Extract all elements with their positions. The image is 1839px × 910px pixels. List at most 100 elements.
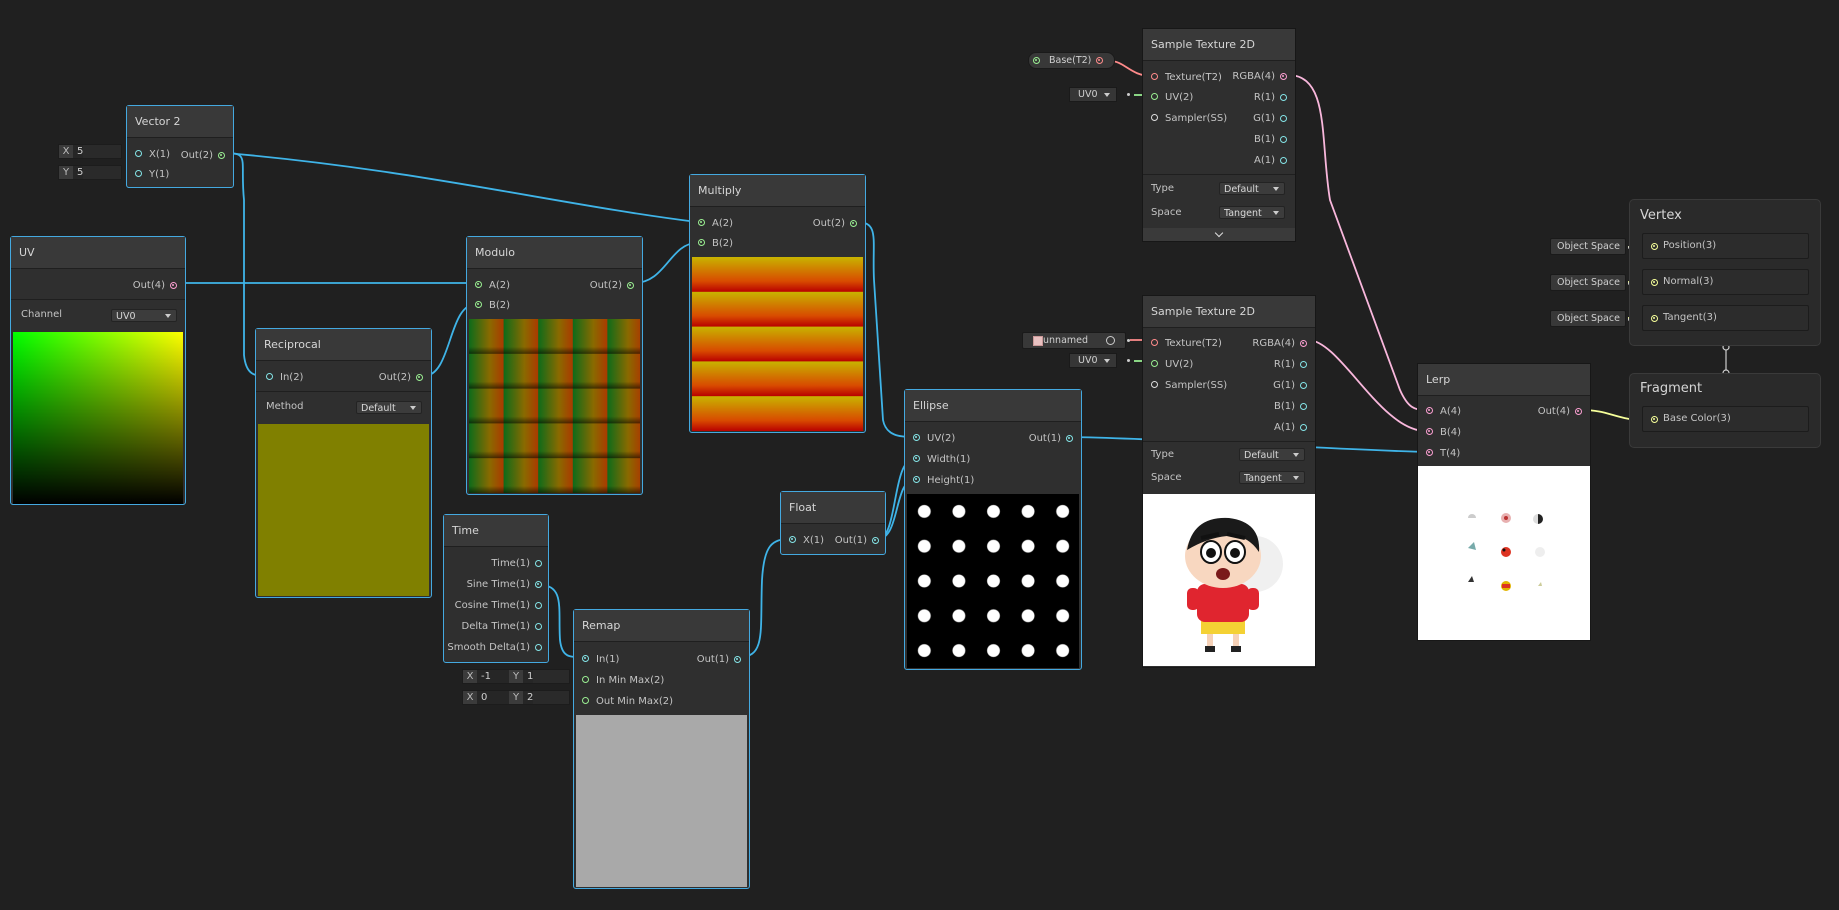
out-x-value[interactable]: 0 (477, 691, 509, 704)
port-b[interactable] (1426, 428, 1433, 435)
node-float[interactable]: Float X(1) Out(1) (780, 491, 886, 555)
y-value[interactable]: 5 (73, 166, 84, 179)
vector2-x-field[interactable]: X5 (58, 144, 122, 159)
port-uv[interactable] (1151, 93, 1158, 100)
node-modulo[interactable]: Modulo A(2) B(2) Out(2) (466, 236, 643, 495)
port-rgba[interactable] (1300, 340, 1307, 347)
port-out[interactable] (872, 537, 879, 544)
sample1-uv-dropdown[interactable]: UV0 (1069, 87, 1117, 102)
type-dropdown[interactable]: Default (1239, 448, 1305, 461)
port-a[interactable] (475, 281, 482, 288)
port-in-minmax[interactable] (582, 676, 589, 683)
port-out-minmax[interactable] (582, 697, 589, 704)
expand-toggle[interactable] (1143, 228, 1295, 241)
tangent-space-field[interactable]: Object Space (1550, 310, 1626, 327)
port-tangent[interactable] (1651, 315, 1658, 322)
port-g[interactable] (1300, 382, 1307, 389)
port-position[interactable] (1651, 243, 1658, 250)
port-cosine[interactable] (535, 602, 542, 609)
node-title: Vector 2 (127, 106, 233, 138)
slot-base-color[interactable]: Base Color(3) (1642, 406, 1809, 432)
port-uv[interactable] (1151, 360, 1158, 367)
port-smooth[interactable] (535, 644, 542, 651)
port-width[interactable] (913, 455, 920, 462)
port-out[interactable] (1066, 435, 1073, 442)
port-base-color[interactable] (1651, 416, 1658, 423)
slot-position[interactable]: Position(3) (1642, 233, 1809, 259)
base-prop-out[interactable] (1096, 57, 1103, 64)
port-sine[interactable] (535, 581, 542, 588)
port-x[interactable] (135, 150, 142, 157)
port-out[interactable] (218, 152, 225, 159)
port-x[interactable] (789, 536, 796, 543)
port-texture[interactable] (1151, 73, 1158, 80)
port-b[interactable] (1300, 403, 1307, 410)
port-out[interactable] (850, 220, 857, 227)
port-in[interactable] (266, 373, 273, 380)
port-a[interactable] (698, 219, 705, 226)
port-normal[interactable] (1651, 279, 1658, 286)
remap-out-minmax-field[interactable]: X0Y2 (462, 690, 570, 705)
base-property[interactable]: Base(T2) (1028, 52, 1115, 69)
node-sample-texture-2[interactable]: Sample Texture 2D Texture(T2) UV(2) Samp… (1142, 295, 1316, 668)
port-a[interactable] (1426, 407, 1433, 414)
node-reciprocal[interactable]: Reciprocal In(2) Out(2) Method Default (255, 328, 432, 598)
port-r[interactable] (1280, 94, 1287, 101)
method-dropdown[interactable]: Default (356, 401, 422, 414)
port-y[interactable] (135, 170, 142, 177)
port-delta[interactable] (535, 623, 542, 630)
port-out[interactable] (416, 374, 423, 381)
type-dropdown[interactable]: Default (1219, 182, 1285, 195)
port-b[interactable] (698, 239, 705, 246)
in-y-value[interactable]: 1 (523, 670, 534, 683)
node-remap[interactable]: Remap In(1) In Min Max(2) Out Min Max(2)… (573, 609, 750, 889)
slot-tangent[interactable]: Tangent(3) (1642, 305, 1809, 331)
in-x-value[interactable]: -1 (477, 670, 509, 683)
ellipse-preview (907, 494, 1079, 668)
node-time[interactable]: Time Time(1) Sine Time(1) Cosine Time(1)… (443, 514, 549, 663)
port-t[interactable] (1426, 449, 1433, 456)
node-lerp[interactable]: Lerp A(4) B(4) T(4) Out(4) (1417, 363, 1591, 641)
target-icon[interactable] (1106, 336, 1115, 345)
port-time[interactable] (535, 560, 542, 567)
position-space-field[interactable]: Object Space (1550, 238, 1626, 255)
port-sampler[interactable] (1151, 114, 1158, 121)
x-value[interactable]: 5 (73, 145, 84, 158)
port-out[interactable] (1575, 408, 1582, 415)
port-texture[interactable] (1151, 339, 1158, 346)
port-g[interactable] (1280, 115, 1287, 122)
space-dropdown[interactable]: Tangent (1219, 206, 1285, 219)
channel-dropdown[interactable]: UV0 (111, 309, 177, 322)
port-sampler[interactable] (1151, 381, 1158, 388)
remap-in-minmax-field[interactable]: X -1 Y 1 (462, 669, 570, 684)
in-y-label: Y (509, 670, 523, 683)
port-uv[interactable] (913, 434, 920, 441)
port-out[interactable] (627, 282, 634, 289)
node-title: Sample Texture 2D (1143, 29, 1295, 61)
sample2-uv-dropdown[interactable]: UV0 (1069, 353, 1117, 368)
port-r-label: R(1) (1273, 359, 1295, 370)
port-rgba[interactable] (1280, 73, 1287, 80)
port-in[interactable] (582, 655, 589, 662)
port-b[interactable] (475, 301, 482, 308)
port-out[interactable] (170, 282, 177, 289)
node-multiply[interactable]: Multiply A(2) B(2) Out(2) (689, 174, 866, 433)
vertex-context[interactable]: Vertex Position(3) Normal(3) Tangent(3) (1629, 199, 1821, 346)
unnamed-texture-field[interactable]: unnamed (1022, 332, 1126, 349)
fragment-context[interactable]: Fragment Base Color(3) (1629, 373, 1821, 448)
out-y-value[interactable]: 2 (523, 691, 534, 704)
node-sample-texture-1[interactable]: Sample Texture 2D Texture(T2) UV(2) Samp… (1142, 28, 1296, 242)
normal-space-field[interactable]: Object Space (1550, 274, 1626, 291)
slot-normal[interactable]: Normal(3) (1642, 269, 1809, 295)
node-ellipse[interactable]: Ellipse UV(2) Width(1) Height(1) Out(1) (904, 389, 1082, 670)
node-vector2[interactable]: Vector 2 X(1) Y(1) Out(2) (126, 105, 234, 188)
node-uv[interactable]: UV Out(4) Channel UV0 (10, 236, 186, 505)
port-a[interactable] (1280, 157, 1287, 164)
space-dropdown[interactable]: Tangent (1239, 471, 1305, 484)
port-b[interactable] (1280, 136, 1287, 143)
vector2-y-field[interactable]: Y5 (58, 165, 122, 180)
port-height[interactable] (913, 476, 920, 483)
port-a[interactable] (1300, 424, 1307, 431)
port-r[interactable] (1300, 361, 1307, 368)
port-out[interactable] (734, 656, 741, 663)
